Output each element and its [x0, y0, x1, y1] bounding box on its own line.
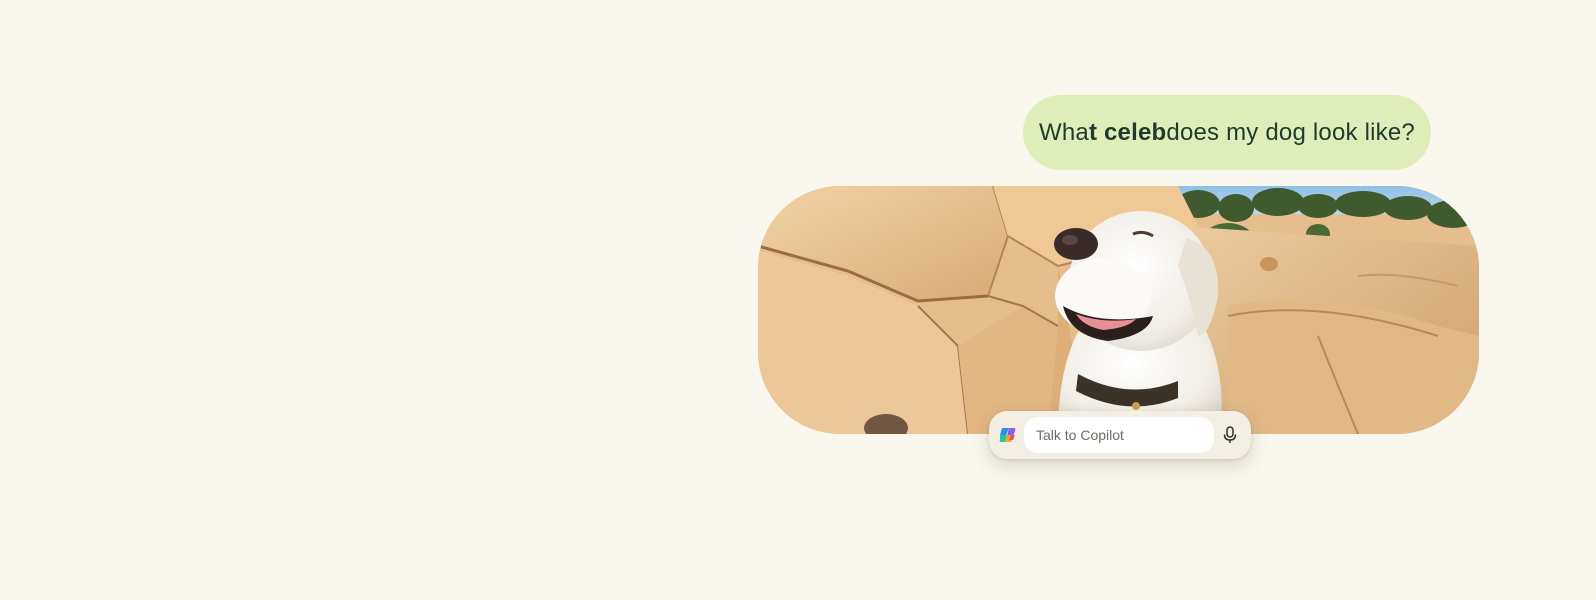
dog-photo-image	[758, 186, 1479, 434]
user-message-text-start: Wha	[1039, 118, 1089, 146]
user-message-bubble: Wha t celeb does my dog look like?	[1023, 95, 1431, 170]
user-message-text-end: does my dog look like?	[1166, 118, 1415, 146]
microphone-icon[interactable]	[1220, 425, 1240, 445]
user-message-bold-text: t celeb	[1088, 118, 1167, 146]
composer-bar: Talk to Copilot	[989, 411, 1251, 459]
talk-to-copilot-input[interactable]: Talk to Copilot	[1024, 417, 1214, 453]
copilot-chat-scene: Wha t celeb does my dog look like? Talk …	[0, 0, 1596, 600]
input-placeholder: Talk to Copilot	[1036, 427, 1124, 443]
copilot-logo-icon	[999, 428, 1016, 442]
dog-photo	[758, 186, 1479, 434]
